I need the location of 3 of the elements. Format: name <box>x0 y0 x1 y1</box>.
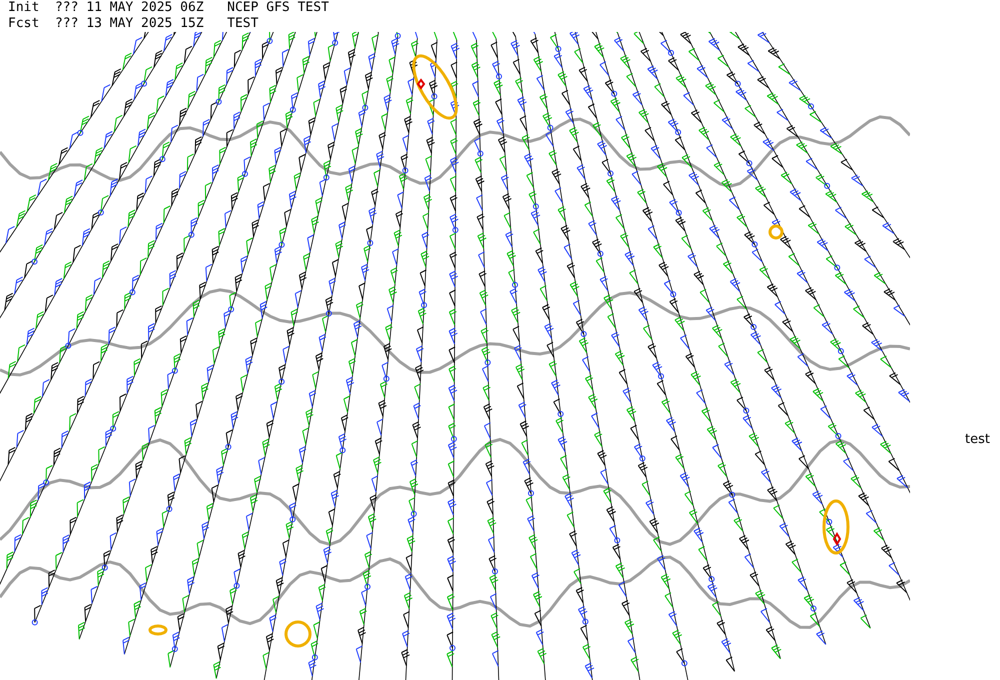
header-line: Init ??? 11 MAY 2025 06Z NCEP GFS TEST <box>8 0 329 16</box>
header-line: Fcst ??? 13 MAY 2025 15Z TEST <box>8 16 258 32</box>
side-label: test <box>965 432 990 447</box>
